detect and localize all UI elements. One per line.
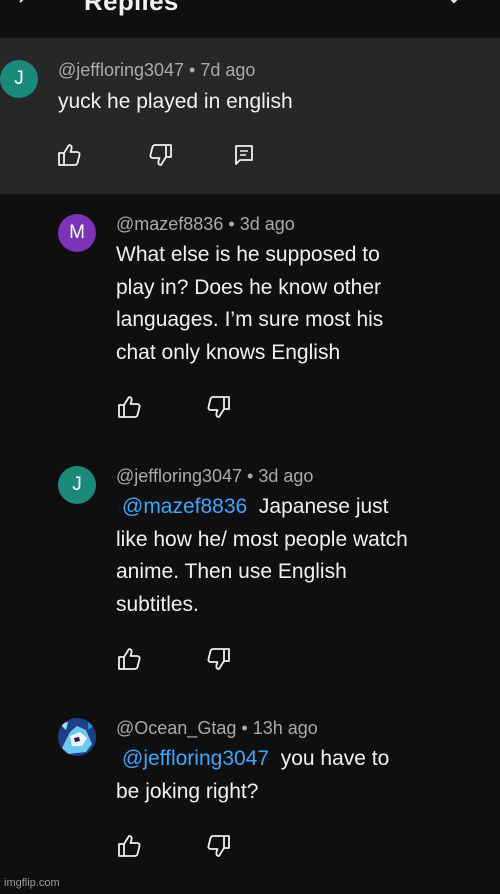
- close-icon[interactable]: [440, 0, 468, 16]
- dislike-icon[interactable]: [148, 142, 174, 168]
- comment-meta: @jeffloring3047 • 7d ago: [58, 60, 255, 81]
- like-icon[interactable]: [116, 646, 142, 672]
- avatar-letter: J: [72, 474, 82, 495]
- top-bar: Replies: [0, 0, 500, 38]
- comment-line-rest: you have to: [280, 747, 390, 770]
- avatar[interactable]: [58, 718, 96, 756]
- comment-text: yuck he played in english: [58, 90, 293, 113]
- meta-separator: •: [189, 60, 196, 80]
- avatar[interactable]: M: [58, 214, 96, 252]
- comment-line: languages. I’m sure most his: [116, 308, 384, 331]
- comment-time: 13h ago: [252, 718, 318, 738]
- comment-meta: @mazef8836 • 3d ago: [116, 214, 295, 235]
- comment-time: 7d ago: [200, 60, 256, 80]
- anime-character-icon: [58, 718, 96, 756]
- comment-time: 3d ago: [258, 466, 314, 486]
- mention-link[interactable]: @jeffloring3047: [122, 747, 269, 770]
- dislike-icon[interactable]: [206, 394, 232, 420]
- meta-separator: •: [241, 718, 248, 738]
- comment-line: @mazef8836 Japanese just: [116, 491, 408, 524]
- mention-link[interactable]: @mazef8836: [122, 495, 247, 518]
- comment-author[interactable]: @jeffloring3047: [58, 60, 184, 80]
- comment-line: be joking right?: [116, 779, 259, 803]
- avatar-letter: J: [14, 68, 24, 89]
- avatar[interactable]: J: [58, 466, 96, 504]
- comment-author[interactable]: @jeffloring3047: [116, 466, 242, 486]
- comment-time: 3d ago: [239, 214, 295, 234]
- comment-author[interactable]: @Ocean_Gtag: [116, 718, 236, 738]
- comment-line: What else is he supposed to: [116, 243, 380, 266]
- watermark: imgflip.com: [4, 877, 60, 889]
- dislike-icon[interactable]: [206, 646, 232, 672]
- like-icon[interactable]: [56, 142, 82, 168]
- meta-separator: •: [247, 466, 254, 486]
- highlighted-comment: J @jeffloring3047 • 7d ago yuck he playe…: [0, 38, 500, 194]
- back-arrow-icon[interactable]: [14, 0, 42, 16]
- comment-line: chat only knows English: [116, 340, 341, 364]
- dislike-icon[interactable]: [206, 833, 232, 859]
- comment-meta: @Ocean_Gtag • 13h ago: [116, 718, 318, 739]
- comment-line: play in? Does he know other: [116, 275, 381, 299]
- comment-line-rest: Japanese just: [258, 495, 389, 518]
- reply-icon[interactable]: [232, 142, 258, 168]
- comment-line: anime. Then use English: [116, 560, 347, 583]
- comment-line: subtitles.: [116, 592, 199, 616]
- page-title: Replies: [84, 0, 179, 16]
- comment-text: @jeffloring3047 you have to be joking ri…: [116, 743, 389, 808]
- meta-separator: •: [228, 214, 235, 234]
- comment-meta: @jeffloring3047 • 3d ago: [116, 466, 313, 487]
- like-icon[interactable]: [116, 394, 142, 420]
- avatar-letter: M: [69, 222, 85, 243]
- comment-text: What else is he supposed to play in? Doe…: [116, 239, 383, 369]
- like-icon[interactable]: [116, 833, 142, 859]
- avatar[interactable]: J: [0, 60, 38, 98]
- comment-text: @mazef8836 Japanese just like how he/ mo…: [116, 491, 408, 621]
- comment-line: like how he/ most people watch: [116, 527, 408, 551]
- comment-line: @jeffloring3047 you have to: [116, 743, 389, 776]
- comment-author[interactable]: @mazef8836: [116, 214, 223, 234]
